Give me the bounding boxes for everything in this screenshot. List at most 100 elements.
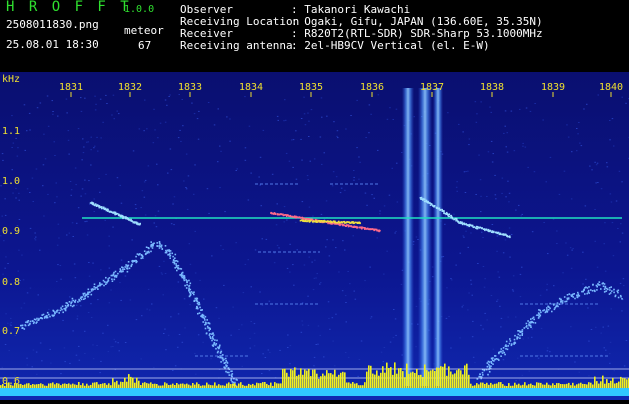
noise-speckle — [492, 224, 494, 225]
noise-speckle — [202, 342, 204, 343]
noise-speckle — [467, 309, 469, 310]
noise-speckle — [11, 322, 13, 323]
noise-speckle — [307, 175, 309, 176]
noise-speckle — [491, 141, 493, 142]
signal-bar — [474, 385, 476, 388]
signal-trace-dot — [500, 355, 502, 357]
signal-trace-dot — [94, 288, 96, 290]
noise-speckle — [499, 306, 501, 307]
noise-speckle — [609, 120, 611, 121]
signal-trace-dot — [519, 337, 521, 339]
signal-trace-dot — [87, 293, 89, 295]
noise-speckle — [76, 223, 78, 224]
noise-speckle — [250, 173, 252, 174]
noise-speckle — [314, 260, 316, 261]
noise-speckle — [53, 318, 55, 319]
signal-bar — [340, 373, 342, 388]
signal-bar — [74, 384, 76, 388]
noise-speckle — [488, 151, 490, 152]
signal-trace-dot — [584, 293, 586, 295]
signal-trace-dot — [205, 328, 207, 330]
noise-speckle — [471, 284, 473, 285]
signal-trace-dot — [480, 376, 482, 378]
signal-bar — [406, 364, 408, 388]
signal-bar — [198, 384, 200, 388]
noise-speckle — [140, 207, 142, 208]
signal-trace-dot — [107, 210, 109, 212]
signal-bar — [282, 369, 284, 388]
noise-speckle — [371, 194, 373, 195]
noise-speckle — [515, 317, 517, 318]
signal-bar — [200, 386, 202, 388]
signal-bar — [232, 384, 234, 388]
signal-bar — [32, 384, 34, 388]
noise-speckle — [310, 161, 312, 162]
noise-speckle — [9, 350, 11, 351]
noise-speckle — [328, 318, 330, 319]
signal-bar — [536, 382, 538, 388]
noise-speckle — [45, 158, 47, 159]
signal-trace-dot — [351, 221, 353, 223]
noise-speckle — [484, 278, 486, 279]
signal-trace-dot — [30, 321, 32, 323]
signal-bar — [556, 383, 558, 388]
noise-speckle — [105, 220, 107, 221]
noise-speckle — [340, 192, 342, 193]
signal-bar — [318, 379, 320, 388]
signal-trace-dot — [618, 297, 620, 299]
signal-trace-dot — [574, 298, 576, 300]
noise-speckle — [547, 253, 549, 254]
signal-trace-dot — [52, 315, 54, 317]
noise-speckle — [193, 194, 195, 195]
signal-trace-dot — [146, 246, 148, 248]
noise-speckle — [530, 111, 532, 112]
signal-bar — [402, 371, 404, 388]
signal-bar — [90, 385, 92, 388]
signal-trace-dot — [225, 358, 227, 360]
signal-trace-dot — [32, 320, 34, 322]
signal-trace-dot — [84, 293, 86, 295]
signal-bar — [408, 374, 410, 388]
signal-bar — [610, 381, 612, 388]
noise-speckle — [311, 262, 313, 263]
signal-trace-dot — [487, 366, 489, 368]
noise-speckle — [145, 180, 147, 181]
signal-trace-dot — [479, 374, 481, 376]
signal-trace-dot — [190, 289, 192, 291]
noise-speckle — [482, 237, 484, 238]
noise-speckle — [11, 147, 13, 148]
noise-speckle — [525, 147, 527, 148]
noise-speckle — [112, 346, 114, 347]
noise-speckle — [90, 149, 92, 150]
noise-speckle — [102, 333, 104, 334]
signal-trace-dot — [553, 303, 555, 305]
noise-speckle — [503, 133, 505, 134]
signal-trace-dot — [527, 320, 529, 322]
noise-speckle — [94, 146, 96, 147]
signal-trace-dot — [226, 362, 228, 364]
signal-bar — [66, 384, 68, 388]
signal-trace-dot — [22, 325, 24, 327]
signal-bar — [304, 370, 306, 388]
noise-speckle — [511, 234, 513, 235]
signal-trace-dot — [103, 280, 105, 282]
noise-speckle — [93, 147, 95, 148]
noise-speckle — [495, 194, 497, 195]
noise-speckle — [335, 247, 337, 248]
noise-speckle — [69, 296, 71, 297]
noise-speckle — [269, 301, 271, 302]
noise-speckle — [522, 375, 524, 376]
noise-speckle — [397, 202, 399, 203]
signal-bar — [272, 386, 274, 388]
signal-bar — [156, 384, 158, 388]
noise-speckle — [5, 256, 7, 257]
signal-trace-dot — [484, 230, 486, 232]
noise-speckle — [597, 182, 599, 183]
signal-bar — [594, 377, 596, 388]
noise-speckle — [182, 342, 184, 343]
noise-speckle — [546, 181, 548, 182]
noise-speckle — [34, 233, 36, 234]
signal-trace-dot — [72, 300, 74, 302]
signal-bar — [56, 383, 58, 388]
noise-speckle — [57, 264, 59, 265]
